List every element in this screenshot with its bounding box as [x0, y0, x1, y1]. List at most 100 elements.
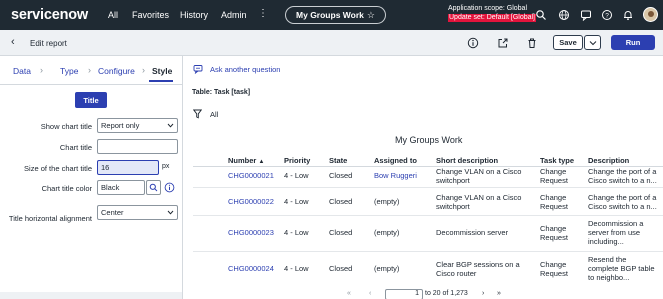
application-scope[interactable]: Application scope: Global Update set: De…: [448, 5, 536, 22]
svg-text:?: ?: [605, 12, 609, 19]
first-page-icon[interactable]: «: [347, 290, 351, 297]
share-icon[interactable]: [497, 37, 509, 49]
filter-condition[interactable]: All: [210, 110, 218, 119]
servicenow-logo[interactable]: servicenow: [11, 7, 88, 23]
chart-title-color-value: Black: [101, 183, 120, 192]
panel-footer: [0, 292, 182, 299]
search-icon[interactable]: [535, 9, 547, 21]
color-info-button[interactable]: [162, 180, 177, 195]
step-arrow-icon: ›: [40, 65, 43, 75]
ask-question-icon[interactable]: [193, 64, 203, 74]
priority-cell: 4 - Low: [284, 228, 309, 237]
info-icon: [164, 182, 175, 193]
active-step-indicator: [149, 80, 173, 82]
record-number-link[interactable]: CHG0000023: [228, 228, 274, 237]
save-button[interactable]: Save: [553, 35, 583, 50]
column-header-short-description[interactable]: Short description: [436, 156, 498, 165]
title-alignment-value: Center: [101, 208, 124, 217]
chat-icon[interactable]: [580, 9, 592, 21]
task-type-cell: Change Request: [540, 260, 568, 278]
workspace-pill[interactable]: My Groups Work ☆: [285, 6, 386, 24]
step-type[interactable]: Type: [60, 66, 78, 76]
description-cell: Change the port of a Cisco switch to a n.…: [588, 193, 657, 211]
state-cell: Closed: [329, 264, 353, 273]
column-header-number[interactable]: Number ▲: [228, 156, 264, 165]
color-search-button[interactable]: [146, 180, 161, 195]
nav-history[interactable]: History: [180, 10, 208, 20]
delete-icon[interactable]: [526, 37, 538, 49]
px-unit-label: px: [162, 163, 170, 170]
state-cell: Closed: [329, 228, 353, 237]
more-menu-icon[interactable]: ⋮: [258, 8, 268, 19]
table-row[interactable]: CHG0000022 4 - Low Closed (empty) Change…: [193, 188, 663, 216]
description-cell: Resend the complete BGP table to neighbo..…: [588, 255, 655, 282]
assigned-to-cell: (empty): [374, 197, 400, 206]
update-set-text: Update set: Default [Global]: [448, 13, 536, 22]
globe-icon[interactable]: [558, 9, 570, 21]
divider: [0, 84, 182, 85]
record-number-link[interactable]: CHG0000021: [228, 171, 274, 180]
chevron-down-icon: [167, 123, 174, 128]
table-row[interactable]: CHG0000023 4 - Low Closed (empty) Decomm…: [193, 216, 663, 252]
last-page-icon[interactable]: »: [497, 290, 501, 297]
step-data[interactable]: Data: [13, 66, 31, 76]
report-title: My Groups Work: [395, 135, 463, 145]
record-number-link[interactable]: CHG0000024: [228, 264, 274, 273]
step-arrow-icon: ›: [88, 65, 91, 75]
short-description-cell: Change VLAN on a Cisco switchport: [436, 193, 522, 211]
page-number-input[interactable]: 1: [385, 289, 423, 299]
save-options-dropdown[interactable]: [584, 35, 601, 50]
workspace-pill-label: My Groups Work: [296, 10, 364, 20]
priority-cell: 4 - Low: [284, 197, 309, 206]
filter-icon[interactable]: [193, 109, 202, 119]
pagination: « ‹ 1 to 20 of 1,273 › »: [345, 289, 545, 299]
record-number-link[interactable]: CHG0000022: [228, 197, 274, 206]
previous-page-icon[interactable]: ‹: [369, 290, 371, 297]
title-alignment-label: Title horizontal alignment: [8, 214, 92, 223]
chevron-down-icon: [167, 210, 174, 215]
priority-cell: 4 - Low: [284, 264, 309, 273]
next-page-icon[interactable]: ›: [482, 290, 484, 297]
notification-bell-icon[interactable]: [622, 9, 634, 21]
step-style[interactable]: Style: [152, 66, 172, 76]
assigned-to-link[interactable]: Bow Ruggeri: [374, 171, 417, 180]
chart-title-input[interactable]: [97, 139, 178, 154]
description-cell: Decommission a server from use including..…: [588, 219, 644, 246]
task-type-cell: Change Request: [540, 167, 568, 185]
ask-another-question-link[interactable]: Ask another question: [210, 65, 280, 74]
short-description-cell: Change VLAN on a Cisco switchport: [436, 167, 522, 185]
column-header-assigned-to[interactable]: Assigned to: [374, 156, 417, 165]
page-title: Edit report: [30, 39, 67, 48]
title-section-button[interactable]: Title: [75, 92, 107, 108]
nav-all[interactable]: All: [108, 10, 118, 20]
table-row[interactable]: CHG0000024 4 - Low Closed (empty) Clear …: [193, 252, 663, 286]
chart-title-color-label: Chart title color: [41, 184, 92, 193]
chart-title-size-value: 16: [101, 163, 110, 172]
user-avatar[interactable]: [643, 7, 658, 22]
help-icon[interactable]: ?: [601, 9, 613, 21]
priority-cell: 4 - Low: [284, 171, 309, 180]
short-description-cell: Clear BGP sessions on a Cisco router: [436, 260, 520, 278]
nav-admin[interactable]: Admin: [221, 10, 247, 20]
info-icon[interactable]: [467, 37, 479, 49]
title-alignment-select[interactable]: Center: [97, 205, 178, 220]
step-configure[interactable]: Configure: [98, 66, 135, 76]
column-header-description[interactable]: Description: [588, 156, 629, 165]
back-chevron-icon[interactable]: ‹: [11, 36, 15, 48]
chart-title-color-input[interactable]: Black: [97, 180, 145, 195]
column-header-state[interactable]: State: [329, 156, 347, 165]
nav-favorites[interactable]: Favorites: [132, 10, 169, 20]
table-row[interactable]: CHG0000021 4 - Low Closed Bow Ruggeri Ch…: [193, 167, 663, 188]
state-cell: Closed: [329, 171, 353, 180]
top-navigation-bar: servicenow All Favorites History Admin ⋮…: [0, 0, 663, 30]
table-name-label: Table: Task [task]: [192, 89, 251, 96]
show-chart-title-select[interactable]: Report only: [97, 118, 178, 133]
chart-title-size-input[interactable]: 16: [97, 160, 159, 175]
show-chart-title-label: Show chart title: [40, 122, 92, 131]
star-icon[interactable]: ☆: [367, 10, 375, 21]
page-range-text: to 20 of 1,273: [425, 290, 468, 297]
run-button[interactable]: Run: [611, 35, 655, 50]
column-header-task-type[interactable]: Task type: [540, 156, 574, 165]
column-header-priority[interactable]: Priority: [284, 156, 310, 165]
show-chart-title-value: Report only: [101, 121, 140, 130]
